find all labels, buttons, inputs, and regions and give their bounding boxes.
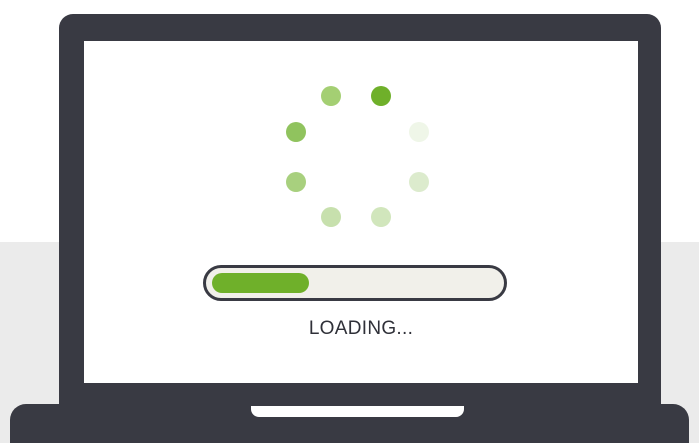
loading-label: LOADING... [308, 318, 414, 339]
trackpad-notch [251, 406, 464, 417]
progress-bar [203, 265, 507, 301]
progress-bar-fill [212, 273, 309, 293]
